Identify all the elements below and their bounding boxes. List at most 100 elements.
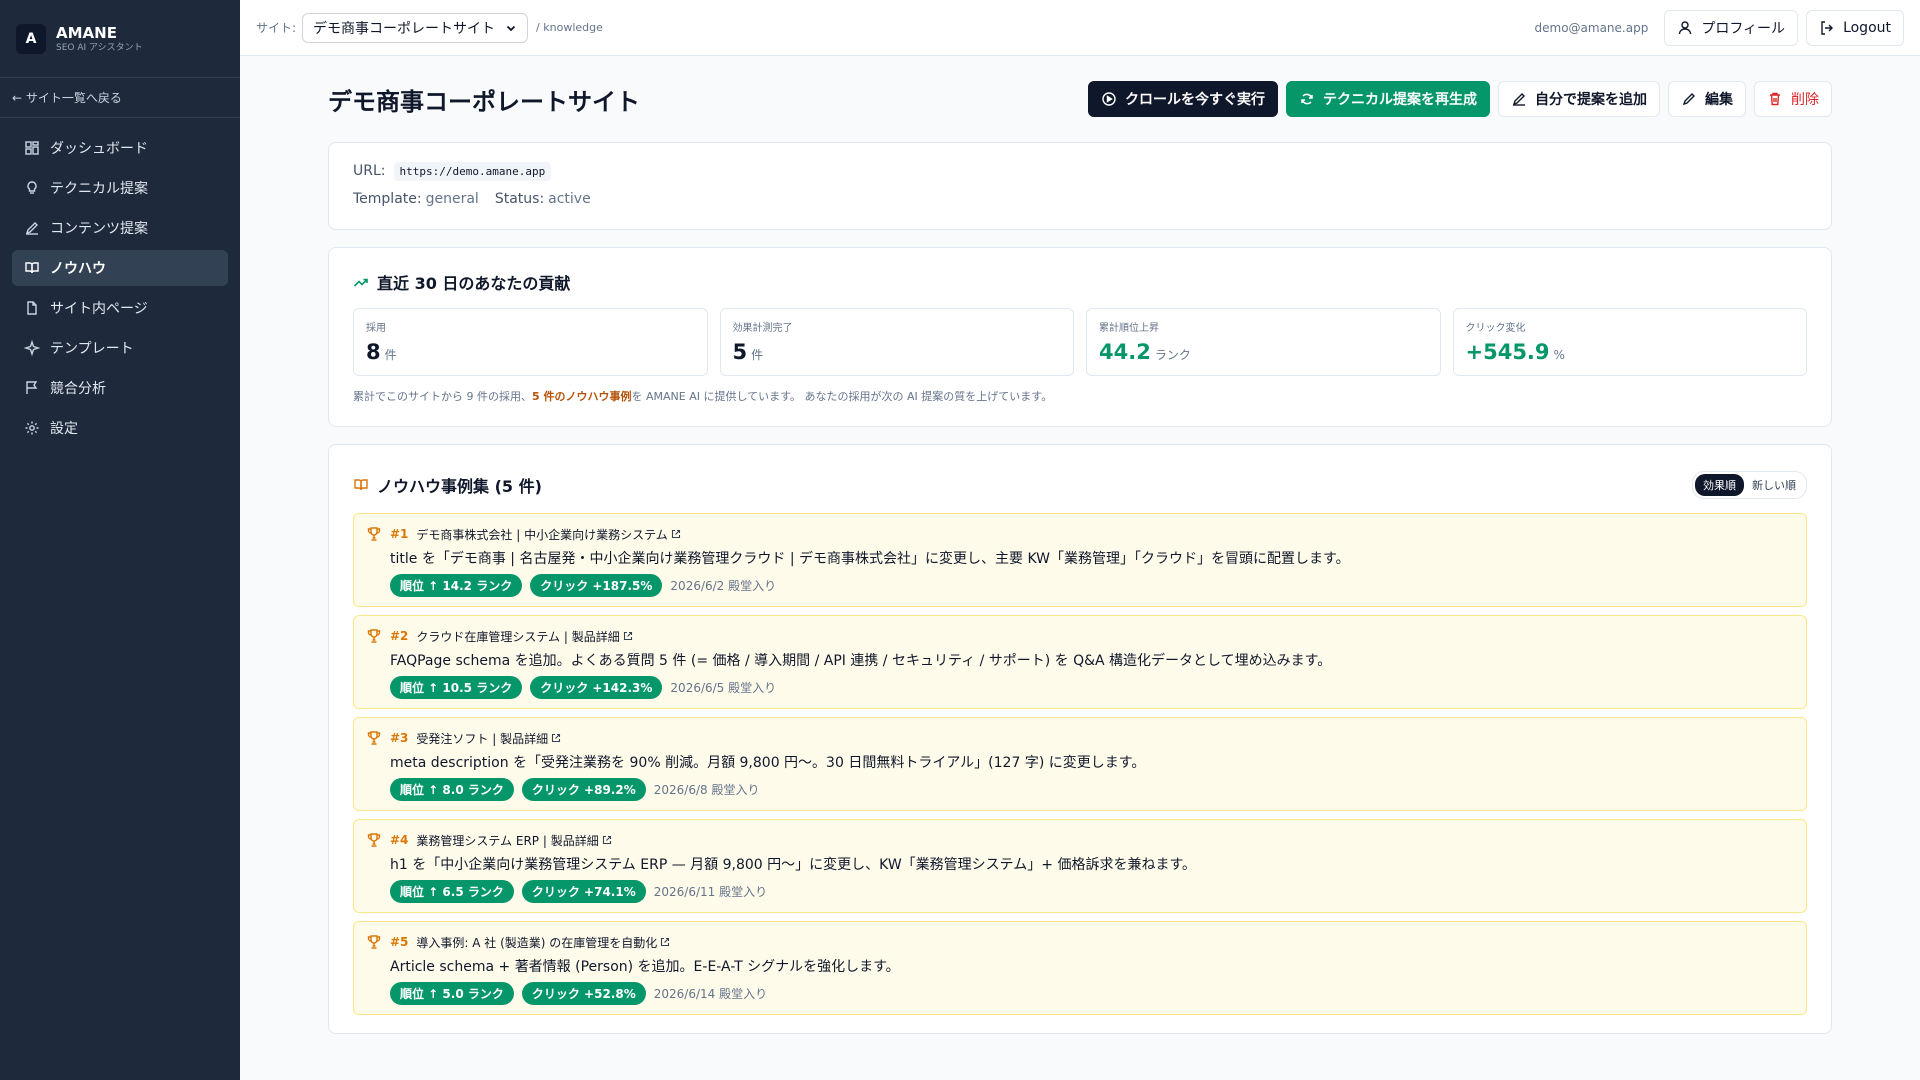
sidebar-item-competitors[interactable]: 競合分析 — [12, 370, 228, 406]
contribution-card: 直近 30 日のあなたの貢献 採用 8件 効果計測完了 5件 累計順位上昇 44… — [328, 247, 1832, 427]
click-change-badge: クリック +89.2% — [521, 778, 646, 801]
stat-measured: 効果計測完了 5件 — [719, 308, 1074, 376]
note-text: 累計でこのサイトから 9 件の採用、 — [353, 390, 532, 403]
rank-change-badge: 順位 ↑ 5.0 ランク — [390, 982, 514, 1005]
sidebar-item-label: サイト内ページ — [50, 301, 148, 317]
case-description: h1 を「中小企業向け業務管理システム ERP — 月額 9,800 円〜」に変… — [390, 857, 1197, 873]
hall-of-fame-date: 2026/6/5 殿堂入り — [670, 681, 777, 695]
case-item: #2 クラウド在庫管理システム | 製品詳細 FAQPage schema を追… — [353, 615, 1807, 709]
case-description: meta description を「受発注業務を 90% 削減。月額 9,80… — [390, 755, 1146, 771]
case-item: #3 受発注ソフト | 製品詳細 meta description を「受発注業… — [353, 717, 1807, 811]
brand[interactable]: A AMANE SEO AI アシスタント — [0, 0, 240, 78]
edit-button[interactable]: 編集 — [1668, 81, 1746, 117]
stat-number: 44.2 — [1099, 340, 1151, 364]
template-label: Template: — [353, 191, 422, 207]
sidebar-item-content[interactable]: コンテンツ提案 — [12, 210, 228, 246]
crawl-now-button[interactable]: クロールを今すぐ実行 — [1088, 81, 1278, 117]
add-proposal-button[interactable]: 自分で提案を追加 — [1498, 81, 1660, 117]
hall-of-fame-date: 2026/6/2 殿堂入り — [670, 579, 777, 593]
case-number: #4 — [390, 833, 409, 847]
pen-icon — [25, 222, 38, 235]
sidebar-item-label: コンテンツ提案 — [50, 221, 148, 237]
brand-subtitle: SEO AI アシスタント — [56, 42, 143, 53]
case-list: #1 デモ商事株式会社 | 中小企業向け業務システム title を「デモ商事 … — [353, 513, 1807, 1015]
rank-change-badge: 順位 ↑ 6.5 ランク — [390, 880, 514, 903]
profile-label: プロフィール — [1701, 20, 1786, 37]
stat-value: +545.9% — [1466, 340, 1795, 364]
refresh-icon — [1301, 93, 1313, 105]
back-to-sites-link[interactable]: ← サイト一覧へ戻る — [0, 78, 240, 118]
breadcrumb: / knowledge — [536, 21, 603, 34]
knowhow-cases-card: ノウハウ事例集 (5 件) 効果順 新しい順 #1 デモ商事株式会社 | 中小企… — [328, 444, 1832, 1034]
sidebar-item-label: テンプレート — [50, 341, 134, 357]
book-icon — [354, 479, 368, 491]
chevron-down-icon — [506, 25, 516, 31]
edit-label: 編集 — [1705, 92, 1733, 108]
note-text: を AMANE AI に提供しています。 あなたの採用が次の AI 提案の質を上… — [631, 390, 1053, 403]
pencil-icon — [1682, 93, 1695, 106]
case-item: #5 導入事例: A 社 (製造業) の在庫管理を自動化 Article sch… — [353, 921, 1807, 1015]
sparkle-icon — [24, 340, 40, 356]
file-icon — [27, 301, 37, 315]
sidebar-item-label: 設定 — [50, 421, 78, 437]
delete-label: 削除 — [1791, 92, 1819, 108]
stat-value: 5件 — [733, 340, 1062, 364]
stat-value: 44.2 ランク — [1099, 340, 1428, 364]
case-description: FAQPage schema を追加。よくある質問 5 件 (= 価格 / 導入… — [390, 653, 1332, 669]
sidebar-item-settings[interactable]: 設定 — [12, 410, 228, 446]
stat-unit: 件 — [751, 348, 764, 362]
flag-icon — [26, 381, 38, 394]
sidebar-item-knowhow[interactable]: ノウハウ — [12, 250, 228, 286]
site-select-value: デモ商事コーポレートサイト — [313, 20, 496, 37]
sort-by-newest-button[interactable]: 新しい順 — [1744, 474, 1804, 496]
rank-change-badge: 順位 ↑ 10.5 ランク — [390, 676, 523, 699]
sidebar-item-dashboard[interactable]: ダッシュボード — [12, 130, 228, 166]
sidebar-item-technical[interactable]: テクニカル提案 — [12, 170, 228, 206]
stat-label: 累計順位上昇 — [1099, 323, 1159, 334]
case-page-link[interactable]: デモ商事株式会社 | 中小企業向け業務システム — [416, 526, 667, 543]
sidebar-item-pages[interactable]: サイト内ページ — [12, 290, 228, 326]
click-change-badge: クリック +52.8% — [521, 982, 646, 1005]
contribution-title: 直近 30 日のあなたの貢献 — [377, 274, 571, 293]
stat-adopted: 採用 8件 — [353, 308, 708, 376]
click-change-badge: クリック +74.1% — [521, 880, 646, 903]
trophy-icon — [367, 833, 381, 847]
logout-button[interactable]: Logout — [1806, 9, 1904, 46]
sort-toggle: 効果順 新しい順 — [1692, 471, 1807, 499]
case-number: #1 — [390, 527, 409, 541]
sidebar-item-templates[interactable]: テンプレート — [12, 330, 228, 366]
sidebar: A AMANE SEO AI アシスタント ← サイト一覧へ戻る ダッシュボード… — [0, 0, 240, 1080]
stat-rank-gain: 累計順位上昇 44.2 ランク — [1086, 308, 1441, 376]
click-change-badge: クリック +187.5% — [530, 574, 663, 597]
delete-button[interactable]: 削除 — [1754, 81, 1832, 117]
case-page-link[interactable]: 導入事例: A 社 (製造業) の在庫管理を自動化 — [416, 934, 657, 951]
external-link-icon[interactable] — [551, 733, 561, 743]
page-title: デモ商事コーポレートサイト — [328, 87, 640, 116]
regenerate-technical-label: テクニカル提案を再生成 — [1323, 92, 1477, 108]
case-page-link[interactable]: 業務管理システム ERP | 製品詳細 — [416, 832, 598, 849]
external-link-icon[interactable] — [671, 529, 681, 539]
trophy-icon — [367, 527, 381, 541]
stat-unit: % — [1553, 348, 1565, 362]
profile-button[interactable]: プロフィール — [1664, 9, 1799, 46]
note-highlight: 5 件のノウハウ事例 — [532, 390, 632, 403]
status-label: Status: — [494, 191, 545, 207]
lightbulb-icon — [27, 181, 37, 194]
site-select[interactable]: デモ商事コーポレートサイト — [302, 12, 529, 43]
case-item: #4 業務管理システム ERP | 製品詳細 h1 を「中小企業向け業務管理シス… — [353, 819, 1807, 913]
external-link-icon[interactable] — [660, 937, 670, 947]
stat-number: 8 — [366, 340, 381, 364]
site-info-card: URL: https://demo.amane.app Template: ge… — [328, 142, 1832, 230]
contribution-note: 累計でこのサイトから 9 件の採用、5 件のノウハウ事例を AMANE AI に… — [353, 388, 1807, 404]
case-page-link[interactable]: クラウド在庫管理システム | 製品詳細 — [416, 628, 619, 645]
sort-by-effect-button[interactable]: 効果順 — [1695, 474, 1744, 496]
case-page-link[interactable]: 受発注ソフト | 製品詳細 — [416, 730, 548, 747]
trophy-icon — [367, 629, 381, 643]
case-description: title を「デモ商事 | 名古屋発・中小企業向け業務管理クラウド | デモ商… — [390, 551, 1350, 567]
external-link-icon[interactable] — [602, 835, 612, 845]
regenerate-technical-button[interactable]: テクニカル提案を再生成 — [1286, 81, 1490, 117]
sidebar-item-label: ダッシュボード — [50, 141, 148, 157]
case-number: #5 — [390, 935, 409, 949]
status-value: active — [548, 191, 591, 207]
external-link-icon[interactable] — [623, 631, 633, 641]
